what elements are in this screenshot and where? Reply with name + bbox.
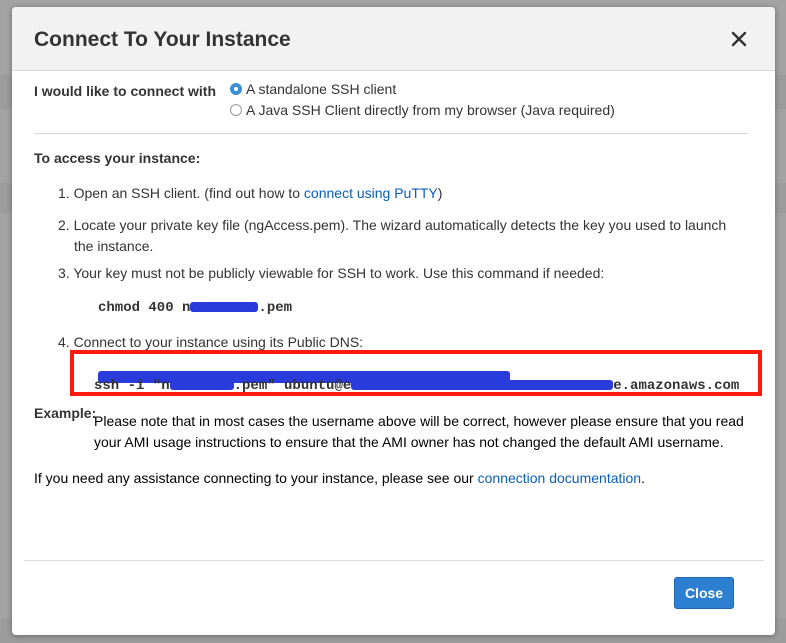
- connection-documentation-link[interactable]: connection documentation: [478, 470, 641, 486]
- step-1: 1. Open an SSH client. (find out how to …: [58, 183, 748, 204]
- redacted-key: [190, 302, 259, 313]
- command-text: .pem: [258, 300, 293, 316]
- chmod-command: chmod 400 n .pem: [98, 298, 292, 316]
- username-note: Please note that in most cases the usern…: [94, 411, 764, 453]
- connect-dialog: Connect To Your Instance I would like to…: [12, 7, 775, 635]
- step-text: the instance.: [74, 238, 154, 254]
- redacted-host: [351, 379, 614, 390]
- note-line: Please note that in most cases the usern…: [94, 413, 744, 429]
- command-text: ssh -i "n: [94, 378, 170, 394]
- assistance-text: If you need any assistance connecting to…: [34, 470, 645, 486]
- command-text: .pem" ubuntu@e: [233, 378, 352, 394]
- step-2-continued: the instance.: [74, 236, 764, 257]
- step-text: 4. Connect to your instance using its Pu…: [58, 334, 364, 350]
- dialog-title: Connect To Your Instance: [34, 28, 291, 51]
- step-text: 2. Locate your private key file (ngAcces…: [58, 217, 727, 233]
- dialog-header: Connect To Your Instance: [12, 7, 775, 71]
- close-button[interactable]: Close: [674, 577, 734, 609]
- command-text: chmod 400 n: [98, 300, 191, 316]
- putty-link[interactable]: connect using PuTTY: [304, 185, 438, 201]
- access-heading: To access your instance:: [34, 150, 201, 166]
- connect-with-label: I would like to connect with: [34, 83, 217, 99]
- step-text: ): [437, 185, 443, 201]
- command-text: e.amazonaws.com: [613, 378, 740, 394]
- redacted-key: [169, 379, 234, 390]
- note-line: your AMI usage instructions to ensure th…: [94, 434, 724, 450]
- footer-divider: [24, 560, 764, 561]
- radio-unselected-icon[interactable]: [230, 104, 242, 116]
- option-standalone-ssh[interactable]: A standalone SSH client: [230, 81, 396, 97]
- example-command: ssh -i "n .pem" ubuntu@e e.amazonaws.com: [94, 376, 739, 394]
- step-2: 2. Locate your private key file (ngAcces…: [58, 215, 748, 236]
- assist-text: If you need any assistance connecting to…: [34, 470, 478, 486]
- divider: [34, 133, 748, 134]
- close-icon[interactable]: [729, 29, 749, 49]
- step-3: 3. Your key must not be publicly viewabl…: [58, 263, 748, 284]
- radio-selected-icon[interactable]: [230, 83, 242, 95]
- step-text: 1. Open an SSH client. (find out how to: [58, 185, 304, 201]
- assist-text: .: [641, 470, 645, 486]
- option-java-ssh[interactable]: A Java SSH Client directly from my brows…: [230, 102, 615, 118]
- option-label: A standalone SSH client: [246, 81, 397, 97]
- step-text: 3. Your key must not be publicly viewabl…: [58, 265, 605, 281]
- option-label: A Java SSH Client directly from my brows…: [246, 102, 615, 118]
- example-heading: Example:: [34, 405, 97, 421]
